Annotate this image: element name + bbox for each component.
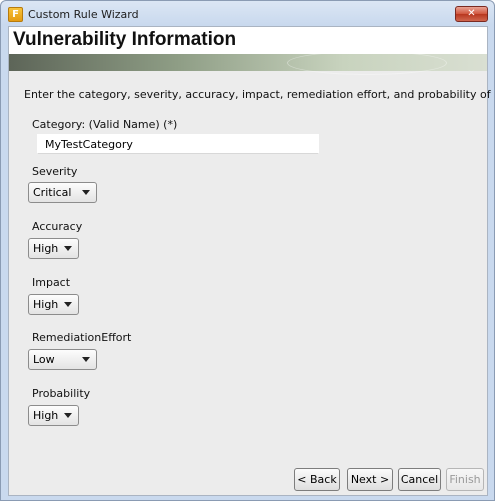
- page-title: Vulnerability Information: [13, 29, 237, 50]
- category-input[interactable]: [37, 134, 319, 154]
- chevron-down-icon: [64, 246, 72, 251]
- window-title: Custom Rule Wizard: [28, 8, 139, 21]
- severity-value: Critical: [33, 186, 72, 199]
- cancel-button[interactable]: Cancel: [398, 468, 441, 491]
- chevron-down-icon: [64, 413, 72, 418]
- accuracy-label: Accuracy: [32, 220, 83, 233]
- accuracy-dropdown[interactable]: High: [28, 238, 79, 259]
- remediation-effort-dropdown[interactable]: Low: [28, 349, 97, 370]
- finish-button[interactable]: Finish: [446, 468, 484, 491]
- intro-text: Enter the category, severity, accuracy, …: [24, 88, 491, 101]
- app-icon: F: [8, 7, 23, 22]
- probability-dropdown[interactable]: High: [28, 405, 79, 426]
- probability-value: High: [33, 409, 59, 422]
- next-button[interactable]: Next >: [347, 468, 393, 491]
- chevron-down-icon: [82, 357, 90, 362]
- close-button[interactable]: ✕: [455, 6, 488, 22]
- back-button[interactable]: < Back: [294, 468, 340, 491]
- severity-dropdown[interactable]: Critical: [28, 182, 97, 203]
- wizard-page: Vulnerability Information Enter the cate…: [8, 26, 491, 496]
- chevron-down-icon: [82, 190, 90, 195]
- probability-label: Probability: [32, 387, 91, 400]
- accuracy-value: High: [33, 242, 59, 255]
- impact-value: High: [33, 298, 59, 311]
- page-header: Vulnerability Information: [9, 27, 487, 75]
- wizard-window: F Custom Rule Wizard ✕ Vulnerability Inf…: [0, 0, 495, 501]
- remediation-effort-label: RemediationEffort: [32, 331, 132, 344]
- impact-label: Impact: [32, 276, 71, 289]
- category-label: Category: (Valid Name) (*): [32, 118, 178, 131]
- chevron-down-icon: [64, 302, 72, 307]
- title-bar: F Custom Rule Wizard ✕: [1, 1, 494, 27]
- severity-label: Severity: [32, 165, 78, 178]
- banner-decoration: [287, 51, 447, 75]
- remediation-effort-value: Low: [33, 353, 55, 366]
- impact-dropdown[interactable]: High: [28, 294, 79, 315]
